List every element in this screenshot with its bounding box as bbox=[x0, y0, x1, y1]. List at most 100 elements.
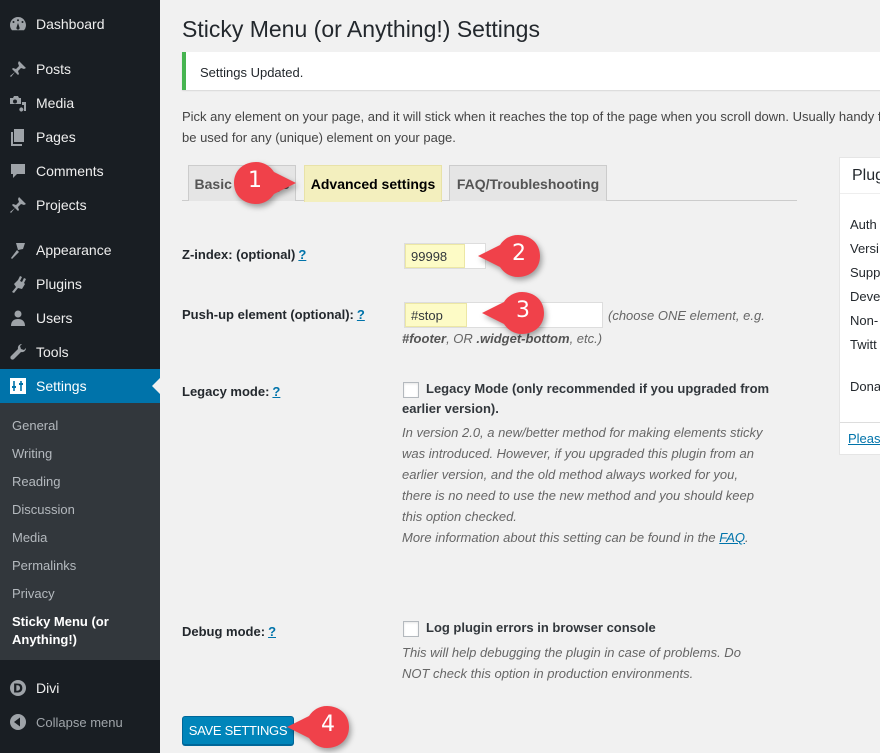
legacy-description: In version 2.0, a new/better method for … bbox=[402, 422, 763, 548]
paintbrush-icon bbox=[0, 240, 36, 260]
submenu-item-discussion[interactable]: Discussion bbox=[12, 501, 75, 519]
user-icon bbox=[0, 308, 36, 328]
callout-number: 4 bbox=[321, 712, 335, 737]
more-info-line: More information about this setting can … bbox=[402, 527, 763, 548]
pushup-value: #stop bbox=[411, 307, 443, 323]
sidebar-item-divi[interactable]: D Divi bbox=[0, 671, 160, 705]
sidebar-item-label: Collapse menu bbox=[36, 714, 123, 730]
legacy-label: Legacy mode:? bbox=[182, 384, 280, 399]
main-content: Sticky Menu (or Anything!) Settings Sett… bbox=[160, 0, 880, 753]
desc-text: More information about this setting can … bbox=[402, 530, 720, 545]
sidebar-item-label: Users bbox=[36, 310, 73, 326]
sidebar-item-label: Dashboard bbox=[36, 16, 105, 32]
plugin-box-title: Plug bbox=[840, 158, 880, 194]
save-settings-button[interactable]: SAVE SETTINGS bbox=[182, 716, 294, 745]
plugin-info-row: Dona bbox=[850, 379, 880, 394]
pin-icon bbox=[0, 195, 36, 215]
collapse-arrow-icon bbox=[0, 712, 36, 732]
desc-line: was introduced. However, if you upgraded… bbox=[402, 446, 754, 461]
sidebar-item-media[interactable]: Media bbox=[0, 86, 160, 120]
plugin-info-row: Twitt bbox=[850, 337, 877, 352]
pin-icon bbox=[0, 59, 36, 79]
pushup-help-link[interactable]: ? bbox=[357, 307, 365, 322]
sidebar-item-projects[interactable]: Projects bbox=[0, 188, 160, 222]
pushup-label: Push-up element (optional):? bbox=[182, 307, 365, 322]
submenu-item-general[interactable]: General bbox=[12, 417, 58, 435]
zindex-label: Z-index: (optional)? bbox=[182, 247, 306, 262]
sidebar-item-label: Divi bbox=[36, 680, 60, 696]
plugin-info-box: Plug Auth Versi Supp Deve Non- Twitt Don… bbox=[839, 157, 880, 455]
media-icon bbox=[0, 93, 36, 113]
sidebar-item-dashboard[interactable]: Dashboard bbox=[0, 7, 160, 41]
sidebar-item-comments[interactable]: Comments bbox=[0, 154, 160, 188]
field-label: Legacy mode: bbox=[182, 384, 270, 399]
hint-text: , OR bbox=[446, 331, 477, 346]
faq-link[interactable]: FAQ bbox=[719, 530, 745, 545]
plugin-info-row: Auth bbox=[850, 217, 877, 232]
plugin-box-footer: Pleas bbox=[840, 422, 880, 456]
sidebar-item-plugins[interactable]: Plugins bbox=[0, 267, 160, 301]
desc-text: . bbox=[745, 530, 749, 545]
sidebar-item-label: Comments bbox=[36, 163, 104, 179]
collapse-menu-button[interactable]: Collapse menu bbox=[0, 705, 160, 739]
plugin-info-row: Supp bbox=[850, 265, 880, 280]
submenu-item-sticky-menu[interactable]: Sticky Menu (or Anything!) bbox=[12, 613, 122, 649]
submenu-item-reading[interactable]: Reading bbox=[12, 473, 60, 491]
desc-line: In version 2.0, a new/better method for … bbox=[402, 425, 763, 440]
submenu-item-permalinks[interactable]: Permalinks bbox=[12, 557, 76, 575]
zindex-value: 99998 bbox=[411, 248, 448, 264]
sidebar-item-posts[interactable]: Posts bbox=[0, 52, 160, 86]
sidebar-item-pages[interactable]: Pages bbox=[0, 120, 160, 154]
tab-advanced-settings[interactable]: Advanced settings bbox=[304, 165, 442, 202]
sidebar-item-label: Appearance bbox=[36, 242, 112, 258]
admin-sidebar: Dashboard Posts Media Pages Comments Pro… bbox=[0, 0, 160, 753]
settings-updated-notice: Settings Updated. bbox=[182, 52, 880, 90]
desc-line: this option checked. bbox=[402, 509, 517, 524]
sidebar-item-label: Settings bbox=[36, 378, 87, 394]
sidebar-item-label: Media bbox=[36, 95, 75, 111]
field-label: Z-index: (optional) bbox=[182, 247, 296, 262]
desc-line: there is no need to use the new method a… bbox=[402, 488, 754, 503]
pages-icon bbox=[0, 127, 36, 147]
tab-label: FAQ/Troubleshooting bbox=[456, 175, 600, 192]
zindex-help-link[interactable]: ? bbox=[298, 247, 306, 262]
submenu-item-privacy[interactable]: Privacy bbox=[12, 585, 55, 603]
submenu-item-media[interactable]: Media bbox=[12, 529, 47, 547]
callout-number: 1 bbox=[248, 168, 262, 193]
debug-description: This will help debugging the plugin in c… bbox=[402, 642, 741, 684]
sidebar-item-appearance[interactable]: Appearance bbox=[0, 233, 160, 267]
plugin-info-row: Deve bbox=[850, 289, 880, 304]
page-title: Sticky Menu (or Anything!) Settings bbox=[182, 16, 540, 42]
legacy-mode-checkbox-label[interactable]: Legacy Mode (only recommended if you upg… bbox=[402, 379, 792, 419]
settings-submenu: General Writing Reading Discussion Media… bbox=[0, 403, 160, 660]
callout-marker-2: 2 bbox=[474, 233, 544, 279]
tab-label: Advanced settings bbox=[310, 176, 436, 192]
divi-logo-icon: D bbox=[0, 678, 36, 698]
intro-text: Pick any element on your page, and it wi… bbox=[182, 106, 880, 148]
hint-text: (choose ONE element, e.g. bbox=[608, 308, 765, 323]
sidebar-item-users[interactable]: Users bbox=[0, 301, 160, 335]
plugin-box-footer-link[interactable]: Pleas bbox=[848, 431, 880, 446]
callout-number: 3 bbox=[516, 298, 530, 323]
desc-line: earlier version, and the old method alwa… bbox=[402, 467, 739, 482]
pushup-hint: (choose ONE element, e.g. bbox=[608, 305, 765, 326]
plugin-icon bbox=[0, 274, 36, 294]
sidebar-item-settings[interactable]: Settings bbox=[0, 369, 160, 403]
desc-line: NOT check this option in production envi… bbox=[402, 666, 694, 681]
intro-line: Pick any element on your page, and it wi… bbox=[182, 109, 880, 124]
debug-help-link[interactable]: ? bbox=[268, 624, 276, 639]
hint-example: #footer bbox=[402, 331, 447, 346]
wrench-icon bbox=[0, 342, 36, 362]
submenu-item-writing[interactable]: Writing bbox=[12, 445, 52, 463]
sidebar-item-label: Pages bbox=[36, 129, 76, 145]
callout-marker-4: 4 bbox=[283, 704, 353, 750]
sidebar-item-label: Plugins bbox=[36, 276, 82, 292]
legacy-help-link[interactable]: ? bbox=[272, 384, 280, 399]
comment-icon bbox=[0, 161, 36, 181]
sidebar-item-tools[interactable]: Tools bbox=[0, 335, 160, 369]
debug-mode-checkbox-label[interactable]: Log plugin errors in browser console bbox=[426, 618, 656, 638]
debug-mode-checkbox[interactable] bbox=[403, 621, 419, 637]
tab-faq-troubleshooting[interactable]: FAQ/Troubleshooting bbox=[449, 165, 607, 201]
dashboard-icon bbox=[0, 14, 36, 34]
field-label: Debug mode: bbox=[182, 624, 266, 639]
